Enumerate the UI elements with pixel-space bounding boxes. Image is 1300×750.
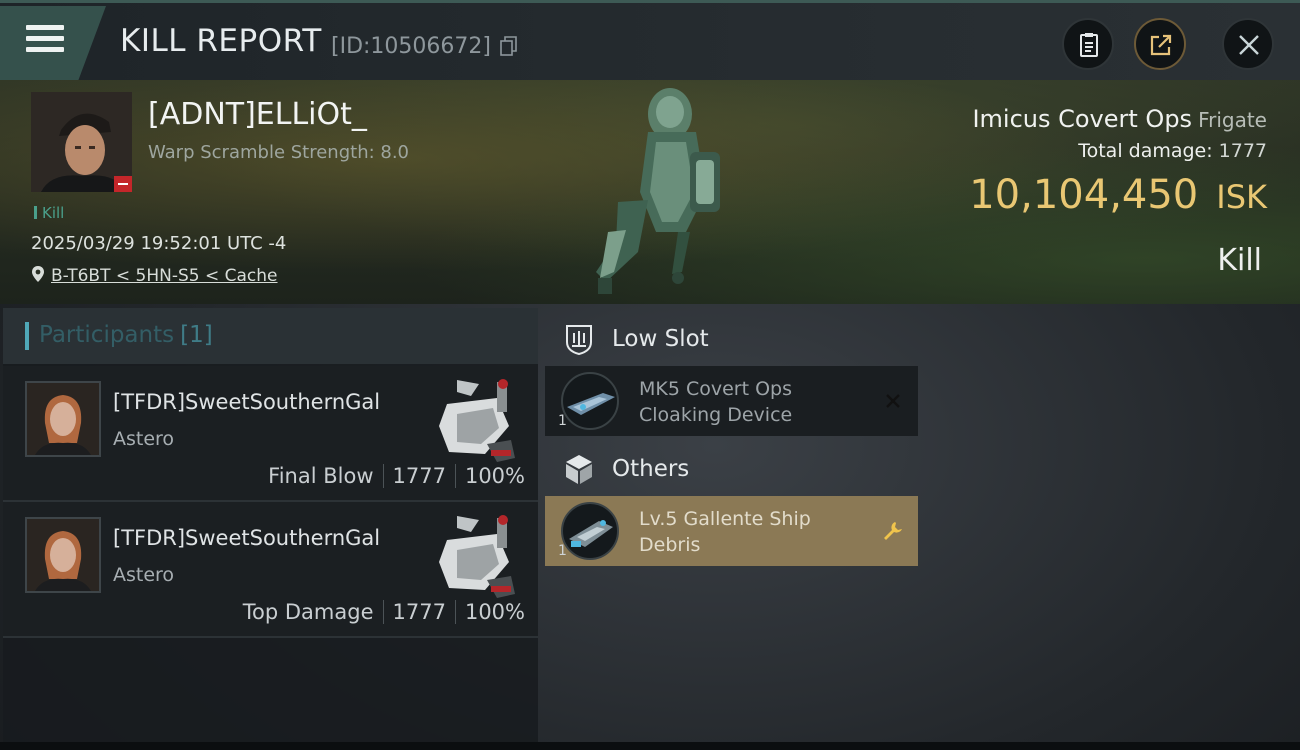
participants-panel: Participants [1] [TFDR]SweetSouthernGal A… — [3, 308, 538, 742]
destroyed-icon — [886, 394, 900, 408]
victim-ship-image — [596, 88, 720, 294]
others-item[interactable]: 1 Lv.5 Gallente Ship Debris — [545, 496, 918, 566]
item-name-line1: Lv.5 Gallente Ship — [639, 508, 811, 530]
cube-icon — [566, 455, 592, 484]
item-quantity: 1 — [558, 543, 567, 559]
participant-percent: 100% — [464, 464, 525, 488]
item-name-line2: Debris — [639, 534, 701, 556]
kill-report-window: KILL REPORT [ID:10506672] [ADNT]ELLiOt_ … — [0, 0, 1300, 742]
participants-count: [1] — [180, 322, 213, 348]
participant-role: Final Blow — [268, 464, 374, 488]
items-panel: Low Slot 1 MK5 Covert Ops Cloaking Devic… — [542, 308, 1300, 742]
participant-avatar[interactable] — [25, 381, 101, 457]
warp-scramble: Warp Scramble Strength: 8.0 — [148, 142, 410, 163]
victim-name: [ADNT]ELLiOt_ — [148, 97, 367, 132]
isk-unit: ISK — [1216, 178, 1267, 216]
others-header: Others — [542, 440, 922, 496]
low-slot-header: Low Slot — [542, 310, 922, 366]
low-slot-item[interactable]: 1 MK5 Covert Ops Cloaking Device — [545, 366, 918, 436]
kill-result: Kill — [1217, 243, 1262, 278]
location-pin-icon — [32, 266, 44, 282]
total-damage-label: Total damage: — [1078, 140, 1213, 162]
item-name: Lv.5 Gallente Ship Debris — [639, 506, 811, 558]
low-slot-title: Low Slot — [612, 326, 709, 352]
item-quantity: 1 — [558, 413, 567, 429]
others-title: Others — [612, 456, 690, 482]
item-name-line1: MK5 Covert Ops — [639, 378, 793, 400]
low-slot-icon — [566, 325, 592, 356]
clipboard-icon — [1080, 33, 1098, 57]
page-title: KILL REPORT — [120, 23, 322, 59]
location-link[interactable]: B-T6BT < 5HN-S5 < Cache — [31, 265, 278, 286]
report-id: [ID:10506672] — [331, 34, 491, 59]
menu-icon[interactable] — [26, 25, 64, 55]
ship-type: Imicus Covert Ops Frigate — [972, 105, 1267, 133]
stat-divider — [454, 464, 456, 488]
wrench-icon — [884, 522, 902, 540]
share-icon — [1150, 34, 1172, 56]
stat-divider — [382, 600, 384, 624]
kill-timestamp: 2025/03/29 19:52:01 UTC -4 — [31, 233, 287, 254]
total-damage-value: 1777 — [1218, 140, 1267, 162]
close-button[interactable] — [1222, 18, 1274, 70]
share-button[interactable] — [1134, 18, 1186, 70]
victim-avatar[interactable] — [31, 92, 132, 192]
participant-ship: Astero — [113, 564, 175, 586]
participant-name: [TFDR]SweetSouthernGal — [113, 390, 381, 414]
participant-avatar[interactable] — [25, 517, 101, 593]
participant-damage: 1777 — [392, 464, 446, 488]
close-icon — [1239, 35, 1259, 55]
isk-value: 10,104,450 — [969, 172, 1199, 218]
victim-banner: [ADNT]ELLiOt_ Warp Scramble Strength: 8.… — [0, 80, 1300, 304]
participant-row[interactable]: [TFDR]SweetSouthernGal Astero Top Damage… — [3, 502, 538, 638]
participant-damage: 1777 — [392, 600, 446, 624]
total-damage: Total damage: 1777 — [1078, 140, 1267, 162]
cloaking-device-icon — [561, 372, 619, 430]
stat-divider — [454, 600, 456, 624]
participant-row[interactable]: [TFDR]SweetSouthernGal Astero Final Blow… — [3, 366, 538, 502]
participant-stats: Top Damage 1777 100% — [243, 600, 525, 624]
stat-divider — [382, 464, 384, 488]
participant-stats: Final Blow 1777 100% — [268, 464, 525, 488]
ship-name: Imicus Covert Ops — [972, 105, 1193, 133]
participant-ship: Astero — [113, 428, 175, 450]
participant-ship-icon — [439, 515, 515, 598]
participants-title: Participants [1] — [25, 322, 213, 350]
participant-role: Top Damage — [242, 600, 374, 624]
participant-percent: 100% — [464, 600, 525, 624]
participant-name: [TFDR]SweetSouthernGal — [113, 526, 381, 550]
clipboard-button[interactable] — [1062, 18, 1114, 70]
ship-debris-icon — [561, 502, 619, 560]
header-bar: KILL REPORT [ID:10506672] — [0, 0, 1300, 80]
participant-ship-icon — [439, 379, 515, 462]
item-name-line2: Cloaking Device — [639, 404, 793, 426]
participants-label: Participants — [39, 322, 175, 348]
location-text: B-T6BT < 5HN-S5 < Cache — [51, 266, 278, 286]
item-name: MK5 Covert Ops Cloaking Device — [639, 376, 792, 428]
kill-tag: Kill — [34, 204, 64, 222]
participants-header[interactable]: Participants [1] — [3, 308, 538, 364]
copy-icon[interactable] — [500, 36, 518, 56]
isk-value-line: 10,104,450 ISK — [969, 172, 1267, 218]
standing-badge — [114, 176, 132, 192]
ship-class: Frigate — [1198, 108, 1267, 132]
